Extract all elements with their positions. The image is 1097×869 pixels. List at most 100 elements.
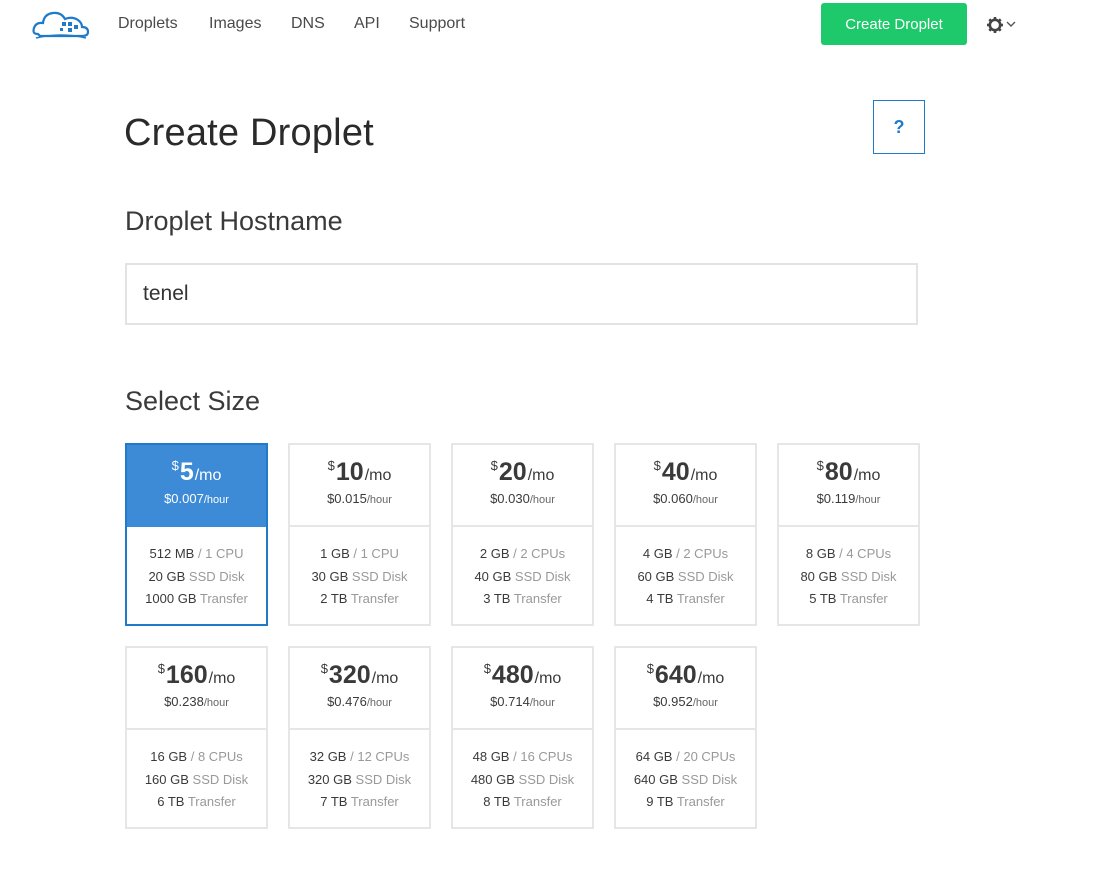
spec-transfer-label: Transfer — [513, 591, 562, 606]
spec-transfer-size: 2 TB — [320, 591, 348, 606]
hostname-input[interactable] — [125, 263, 918, 325]
page-title: Create Droplet — [124, 112, 374, 154]
spec-transfer: 5 TB Transfer — [779, 588, 918, 611]
spec-disk-size: 20 GB — [148, 568, 186, 584]
hourly-amount: $0.476 — [327, 694, 367, 709]
monthly-price: $320/mo — [290, 662, 429, 688]
size-heading: Select Size — [125, 386, 261, 416]
per-month-unit: /mo — [194, 467, 222, 484]
monthly-price: $160/mo — [127, 662, 266, 688]
spec-transfer-label: Transfer — [676, 794, 725, 809]
spec-memory: 2 GB — [479, 546, 510, 561]
spec-memory-cpu: 512 MB / 1 CPU — [127, 543, 266, 566]
hourly-amount: $0.007 — [164, 491, 204, 506]
spec-disk: 480 GB SSD Disk — [453, 769, 592, 792]
spec-transfer: 6 TB Transfer — [127, 791, 266, 814]
spec-disk-size: 480 GB — [470, 771, 515, 787]
hourly-price: $0.015/hour — [290, 491, 429, 506]
hourly-price: $0.952/hour — [616, 694, 755, 709]
size-card-header: $640/mo $0.952/hour — [616, 648, 755, 730]
per-month-unit: /mo — [208, 670, 236, 687]
size-card-320[interactable]: $320/mo $0.476/hour 32 GB / 12 CPUs 320 GB … — [288, 646, 431, 829]
size-card-specs: 512 MB / 1 CPU 20 GB SSD Disk 1000 GB Tran… — [127, 527, 266, 611]
spec-transfer-label: Transfer — [513, 794, 562, 809]
monthly-amount: 160 — [165, 661, 208, 689]
size-card-specs: 64 GB / 20 CPUs 640 GB SSD Disk 9 TB Trans… — [616, 730, 755, 814]
per-month-unit: /mo — [364, 467, 392, 484]
hourly-amount: $0.015 — [327, 491, 367, 506]
spec-disk-label: SSD Disk — [514, 568, 571, 584]
hourly-price: $0.030/hour — [453, 491, 592, 506]
per-month-unit: /mo — [690, 467, 718, 484]
nav-link-droplets[interactable]: Droplets — [118, 15, 178, 33]
spec-cpu: / 16 CPUs — [513, 749, 573, 764]
size-card-160[interactable]: $160/mo $0.238/hour 16 GB / 8 CPUs 160 GB S… — [125, 646, 268, 829]
size-card-80[interactable]: $80/mo $0.119/hour 8 GB / 4 CPUs 80 GB SSD … — [777, 443, 920, 626]
size-card-header: $480/mo $0.714/hour — [453, 648, 592, 730]
monthly-amount: 480 — [491, 661, 534, 689]
spec-disk-label: SSD Disk — [840, 568, 897, 584]
spec-memory: 4 GB — [642, 546, 673, 561]
spec-disk-label: SSD Disk — [677, 568, 734, 584]
hourly-price: $0.119/hour — [779, 491, 918, 506]
spec-cpu: / 8 CPUs — [190, 749, 243, 764]
spec-memory-cpu: 64 GB / 20 CPUs — [616, 746, 755, 769]
monthly-price: $20/mo — [453, 459, 592, 485]
spec-disk: 40 GB SSD Disk — [453, 566, 592, 589]
spec-cpu: / 2 CPUs — [676, 546, 729, 561]
spec-transfer-size: 3 TB — [483, 591, 511, 606]
monthly-price: $5/mo — [127, 459, 266, 485]
spec-cpu: / 1 CPU — [197, 546, 244, 561]
size-card-480[interactable]: $480/mo $0.714/hour 48 GB / 16 CPUs 480 GB … — [451, 646, 594, 829]
spec-memory-cpu: 1 GB / 1 CPU — [290, 543, 429, 566]
spec-transfer-size: 6 TB — [157, 794, 185, 809]
currency-symbol: $ — [157, 661, 165, 676]
currency-symbol: $ — [171, 458, 179, 473]
per-hour-unit: /hour — [692, 697, 718, 709]
spec-memory: 32 GB — [309, 749, 347, 764]
monthly-amount: 320 — [328, 661, 371, 689]
monthly-price: $40/mo — [616, 459, 755, 485]
currency-symbol: $ — [320, 661, 328, 676]
spec-disk-size: 80 GB — [800, 568, 838, 584]
spec-transfer-label: Transfer — [350, 591, 399, 606]
spec-transfer: 1000 GB Transfer — [127, 588, 266, 611]
size-card-40[interactable]: $40/mo $0.060/hour 4 GB / 2 CPUs 60 GB SSD … — [614, 443, 757, 626]
spec-disk: 320 GB SSD Disk — [290, 769, 429, 792]
spec-disk-size: 60 GB — [637, 568, 675, 584]
hourly-amount: $0.952 — [653, 694, 693, 709]
per-month-unit: /mo — [527, 467, 555, 484]
gear-icon — [987, 17, 1003, 33]
monthly-price: $10/mo — [290, 459, 429, 485]
size-card-specs: 48 GB / 16 CPUs 480 GB SSD Disk 8 TB Trans… — [453, 730, 592, 814]
per-hour-unit: /hour — [203, 494, 229, 506]
spec-disk: 20 GB SSD Disk — [127, 566, 266, 589]
spec-transfer-label: Transfer — [350, 794, 399, 809]
nav-link-dns[interactable]: DNS — [291, 15, 325, 33]
digitalocean-cloud-logo[interactable] — [32, 8, 90, 40]
spec-transfer: 2 TB Transfer — [290, 588, 429, 611]
per-hour-unit: /hour — [203, 697, 229, 709]
settings-menu[interactable] — [985, 14, 1019, 36]
per-month-unit: /mo — [371, 670, 399, 687]
size-card-640[interactable]: $640/mo $0.952/hour 64 GB / 20 CPUs 640 GB … — [614, 646, 757, 829]
spec-transfer: 7 TB Transfer — [290, 791, 429, 814]
spec-memory-cpu: 48 GB / 16 CPUs — [453, 746, 592, 769]
nav-link-api[interactable]: API — [354, 15, 380, 33]
spec-disk-size: 160 GB — [144, 771, 189, 787]
size-card-5[interactable]: $5/mo $0.007/hour 512 MB / 1 CPU 20 GB SSD … — [125, 443, 268, 626]
size-card-20[interactable]: $20/mo $0.030/hour 2 GB / 2 CPUs 40 GB SSD … — [451, 443, 594, 626]
spec-cpu: / 2 CPUs — [513, 546, 566, 561]
monthly-amount: 640 — [654, 661, 697, 689]
help-button[interactable]: ? — [873, 100, 925, 154]
nav-link-support[interactable]: Support — [409, 15, 465, 33]
per-month-unit: /mo — [534, 670, 562, 687]
nav-link-images[interactable]: Images — [209, 15, 261, 33]
size-card-10[interactable]: $10/mo $0.015/hour 1 GB / 1 CPU 30 GB SSD D… — [288, 443, 431, 626]
spec-transfer-size: 4 TB — [646, 591, 674, 606]
create-droplet-button[interactable]: Create Droplet — [821, 3, 967, 45]
spec-transfer-label: Transfer — [839, 591, 888, 606]
spec-transfer-label: Transfer — [676, 591, 725, 606]
hourly-price: $0.476/hour — [290, 694, 429, 709]
size-card-header: $40/mo $0.060/hour — [616, 445, 755, 527]
